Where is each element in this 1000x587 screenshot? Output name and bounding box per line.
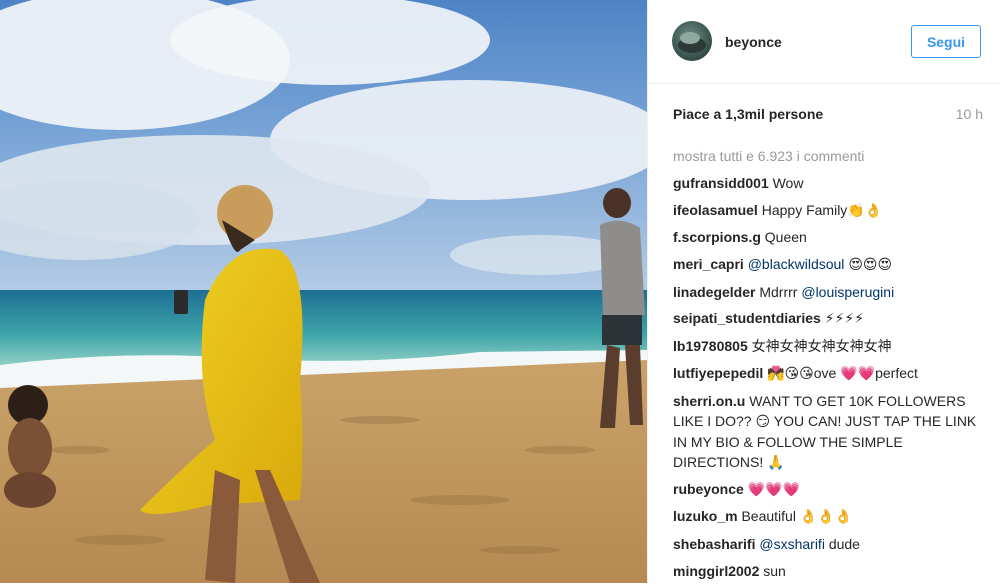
- post-photo[interactable]: [0, 0, 647, 583]
- comment-item: shebasharifi @sxsharifi dude: [673, 534, 988, 554]
- comment-emoji: ⚡⚡⚡⚡: [824, 311, 865, 328]
- comment-text: 女神女神女神女神女神: [751, 338, 892, 355]
- comment-emoji: 💏😘😘: [767, 365, 814, 382]
- comment-username[interactable]: linadegelder: [673, 284, 755, 300]
- comment-item: meri_capri @blackwildsoul 😍😍😍: [673, 254, 988, 275]
- comment-emoji: 😏: [755, 413, 771, 430]
- comment-mention[interactable]: @sxsharifi: [759, 536, 825, 552]
- comment-username[interactable]: ifeolasamuel: [673, 202, 758, 218]
- comment-item: gufransidd001 Wow: [673, 173, 988, 193]
- comment-item: minggirl2002 sun: [673, 561, 988, 581]
- comment-emoji: 👌👌👌: [799, 509, 853, 526]
- comment-emoji: 😍😍😍: [848, 257, 893, 274]
- avatar[interactable]: [672, 21, 712, 61]
- comment-item: linadegelder Mdrrrr @louisperugini: [673, 282, 988, 302]
- comment-username[interactable]: rubeyonce: [673, 481, 744, 497]
- post-sidebar: beyonce Segui Piace a 1,3mil persone 10 …: [647, 0, 1000, 583]
- comment-username[interactable]: meri_capri: [673, 256, 744, 272]
- comment-mention[interactable]: @louisperugini: [801, 284, 894, 300]
- comment-item: lb19780805 女神女神女神女神女神: [673, 336, 988, 356]
- view-all-comments-link[interactable]: mostra tutti e 6.923 i commenti: [673, 147, 988, 165]
- comment-username[interactable]: lutfiyepepedil: [673, 365, 763, 381]
- comment-list: mostra tutti e 6.923 i commenti gufransi…: [673, 147, 988, 587]
- post-header: beyonce Segui: [648, 0, 1000, 84]
- comment-emoji: 👏👌: [847, 202, 883, 219]
- comment-text: perfect: [875, 364, 918, 381]
- comment-item: lutfiyepepedil 💏😘😘ove 💗💗perfect: [673, 363, 988, 384]
- comment-text: sun: [763, 562, 786, 579]
- comment-username[interactable]: minggirl2002: [673, 563, 759, 579]
- comment-item: sherri.on.u WANT TO GET 10K FOLLOWERS LI…: [673, 391, 988, 473]
- comment-text: Queen: [764, 229, 807, 246]
- comment-username[interactable]: f.scorpions.g: [673, 229, 761, 245]
- comment-mention[interactable]: @blackwildsoul: [748, 256, 845, 272]
- likes-count[interactable]: Piace a 1,3mil persone: [673, 106, 823, 122]
- likes-row: Piace a 1,3mil persone 10 h: [673, 106, 983, 126]
- comment-text: ove: [813, 364, 837, 381]
- comment-item: ifeolasamuel Happy Family👏👌: [673, 200, 988, 221]
- avatar-image: [678, 32, 706, 53]
- comment-emoji: 🙏: [767, 454, 785, 471]
- comment-username[interactable]: luzuko_m: [673, 508, 738, 524]
- comment-username[interactable]: gufransidd001: [673, 175, 769, 191]
- comment-item: seipati_studentdiaries ⚡⚡⚡⚡: [673, 308, 988, 329]
- follow-button[interactable]: Segui: [911, 25, 981, 58]
- comment-item: rubeyonce 💗💗💗: [673, 479, 988, 500]
- comment-text: Happy Family: [761, 201, 848, 218]
- post-username[interactable]: beyonce: [725, 34, 782, 50]
- comment-item: f.scorpions.g Queen: [673, 227, 988, 247]
- comment-text: dude: [828, 535, 860, 552]
- comment-username[interactable]: seipati_studentdiaries: [673, 310, 821, 326]
- beach-photo-image: [0, 0, 647, 583]
- comment-item: luzuko_m Beautiful 👌👌👌: [673, 506, 988, 527]
- comment-emoji: 💗💗: [840, 365, 876, 382]
- comment-username[interactable]: sherri.on.u: [673, 393, 745, 409]
- comment-username[interactable]: lb19780805: [673, 338, 748, 354]
- comment-text: Mdrrrr: [759, 283, 798, 300]
- comment-text: Wow: [772, 175, 804, 191]
- comment-username[interactable]: shebasharifi: [673, 536, 755, 552]
- comment-emoji: 💗💗💗: [747, 481, 800, 498]
- post-timestamp[interactable]: 10 h: [956, 106, 983, 122]
- comment-text: Beautiful: [741, 508, 796, 525]
